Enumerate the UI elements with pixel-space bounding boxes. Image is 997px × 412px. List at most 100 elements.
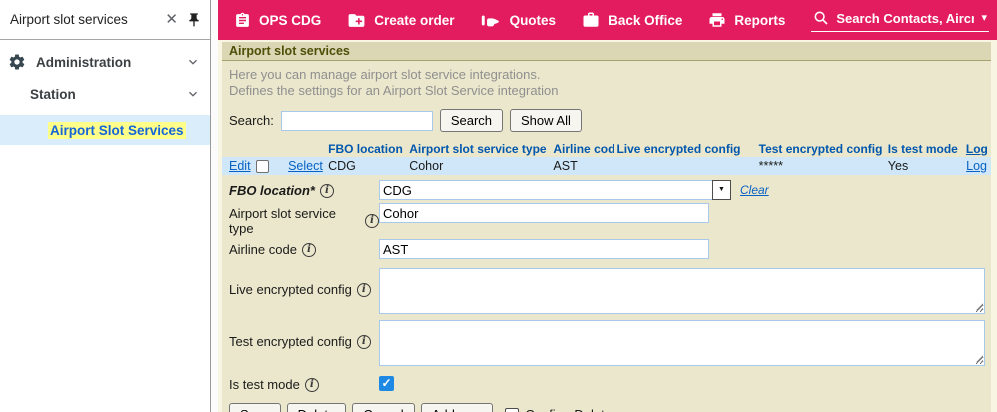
gear-icon <box>8 53 26 71</box>
page-description: Here you can manage airport slot service… <box>222 61 991 99</box>
info-icon[interactable]: i <box>365 214 379 228</box>
add-new-button[interactable]: Add new <box>420 403 494 412</box>
cancel-button[interactable]: Cancel <box>352 403 415 412</box>
fbo-location-label: FBO location* <box>229 183 315 198</box>
sidebar-item-label: Administration <box>36 54 132 70</box>
header-select-spacer <box>286 141 326 157</box>
app-window: ✕ Administration Station Airport Slot Se… <box>0 0 997 412</box>
fbo-location-combobox: ▼ <box>379 180 731 200</box>
is-test-mode-checkbox[interactable]: ✓ <box>379 376 394 391</box>
form-actions: Save Delete Cancel Add new Confirm Delet… <box>229 403 991 412</box>
slot-service-form: FBO location* i ▼ Clear Airport slot ser… <box>222 175 991 412</box>
sidebar: ✕ Administration Station Airport Slot Se… <box>0 0 211 412</box>
service-type-label: Airport slot service type <box>229 206 336 236</box>
sidebar-divider[interactable] <box>211 0 218 412</box>
cell-airline-code: AST <box>553 159 578 173</box>
save-button[interactable]: Save <box>229 403 281 412</box>
page-title: Airport slot services <box>222 42 991 61</box>
sidebar-item-administration[interactable]: Administration <box>0 49 210 75</box>
nav-item-reports[interactable]: Reports <box>708 11 785 29</box>
cell-select: Select <box>286 157 326 175</box>
service-type-row: Airport slot service type i <box>229 203 991 236</box>
slot-services-table: FBO location Airport slot service type A… <box>222 141 991 175</box>
clipboard-icon <box>234 12 251 29</box>
search-icon <box>813 10 829 26</box>
sidebar-search-bar: ✕ <box>0 0 210 40</box>
content-area: Airport slot services Here you can manag… <box>218 40 997 412</box>
description-line-1: Here you can manage airport slot service… <box>229 67 541 82</box>
airline-code-row: Airline code i <box>229 239 991 259</box>
cell-test-encrypted-config: ***** <box>758 159 783 173</box>
cell-edit: Edit <box>222 157 254 175</box>
cell-checkbox <box>254 157 286 175</box>
clear-search-icon[interactable]: ✕ <box>165 12 178 27</box>
nav-item-label: Back Office <box>608 12 683 28</box>
table-header-row: FBO location Airport slot service type A… <box>222 141 991 157</box>
printer-icon <box>708 11 726 29</box>
header-edit-spacer <box>222 141 254 157</box>
show-all-button[interactable]: Show All <box>510 109 582 132</box>
info-icon[interactable]: i <box>356 282 371 297</box>
search-label: Search: <box>229 113 274 128</box>
cell-live-encrypted-config <box>614 157 756 175</box>
dropdown-arrow-icon[interactable]: ▼ <box>712 180 731 200</box>
nav-item-create-order[interactable]: Create order <box>347 11 455 30</box>
search-button[interactable]: Search <box>439 109 504 132</box>
airline-code-label: Airline code <box>229 242 297 257</box>
sidebar-item-airport-slot-services[interactable]: Airport Slot Services <box>0 115 210 145</box>
service-type-input[interactable] <box>379 203 709 223</box>
is-test-mode-label: Is test mode <box>229 377 300 392</box>
select-link[interactable]: Select <box>288 159 323 173</box>
table-search-row: Search: Search Show All <box>229 109 991 132</box>
table-row: Edit Select CDG Cohor AST ***** Yes Log <box>222 157 991 175</box>
fbo-location-input[interactable] <box>379 180 731 200</box>
header-airline-code: Airline code <box>553 142 615 156</box>
global-search-input[interactable] <box>836 10 975 26</box>
header-log-link[interactable]: Log <box>964 141 991 157</box>
header-fbo-location: FBO location <box>328 142 403 156</box>
chevron-down-icon[interactable] <box>186 55 200 69</box>
fbo-location-row: FBO location* i ▼ Clear <box>229 180 991 200</box>
airport-slot-services-panel: Airport slot services Here you can manag… <box>222 42 991 412</box>
nav-item-label: Quotes <box>509 12 557 28</box>
caret-down-icon[interactable]: ▾ <box>981 12 987 24</box>
header-test-encrypted-config: Test encrypted config <box>758 142 883 156</box>
nav-item-label: OPS CDG <box>259 12 322 28</box>
info-icon[interactable]: i <box>356 334 371 349</box>
chevron-down-icon[interactable] <box>186 87 200 101</box>
live-config-textarea[interactable] <box>379 268 985 314</box>
sidebar-item-station[interactable]: Station <box>0 81 210 107</box>
info-icon[interactable]: i <box>301 242 316 257</box>
header-checkbox-spacer <box>254 141 286 157</box>
edit-link[interactable]: Edit <box>229 159 251 173</box>
nav-item-quotes[interactable]: Quotes <box>481 12 557 28</box>
test-config-textarea[interactable] <box>379 320 985 366</box>
sidebar-item-label-highlighted: Airport Slot Services <box>48 121 186 139</box>
pin-icon[interactable] <box>186 12 202 28</box>
sidebar-item-label: Station <box>30 86 76 102</box>
top-navigation-bar: OPS CDG Create order Quotes Back Office <box>218 0 997 40</box>
delete-button[interactable]: Delete <box>286 403 347 412</box>
cell-is-test-mode: Yes <box>887 159 909 173</box>
nav-item-back-office[interactable]: Back Office <box>582 11 682 29</box>
is-test-mode-row: Is test mode i ✓ <box>229 374 991 392</box>
nav-item-label: Reports <box>734 12 786 28</box>
clear-link[interactable]: Clear <box>740 183 769 197</box>
cell-fbo-location: CDG <box>328 159 356 173</box>
table-search-input[interactable] <box>280 110 433 131</box>
sidebar-search-input[interactable] <box>10 12 158 27</box>
row-checkbox[interactable] <box>256 160 270 174</box>
live-config-row: Live encrypted config i <box>229 268 991 314</box>
airline-code-input[interactable] <box>379 239 709 259</box>
nav-item-label: Create order <box>374 12 455 28</box>
log-link[interactable]: Log <box>966 159 987 173</box>
nav-item-ops-cdg[interactable]: OPS CDG <box>234 12 321 29</box>
info-icon[interactable]: i <box>304 377 319 392</box>
live-config-label: Live encrypted config <box>229 282 352 297</box>
confirm-delete-label: Confirm Delete <box>525 407 612 412</box>
test-config-label: Test encrypted config <box>229 334 352 349</box>
header-service-type: Airport slot service type <box>409 142 547 156</box>
confirm-delete-checkbox[interactable] <box>505 407 520 412</box>
info-icon[interactable]: i <box>319 183 334 198</box>
briefcase-icon <box>582 11 600 29</box>
